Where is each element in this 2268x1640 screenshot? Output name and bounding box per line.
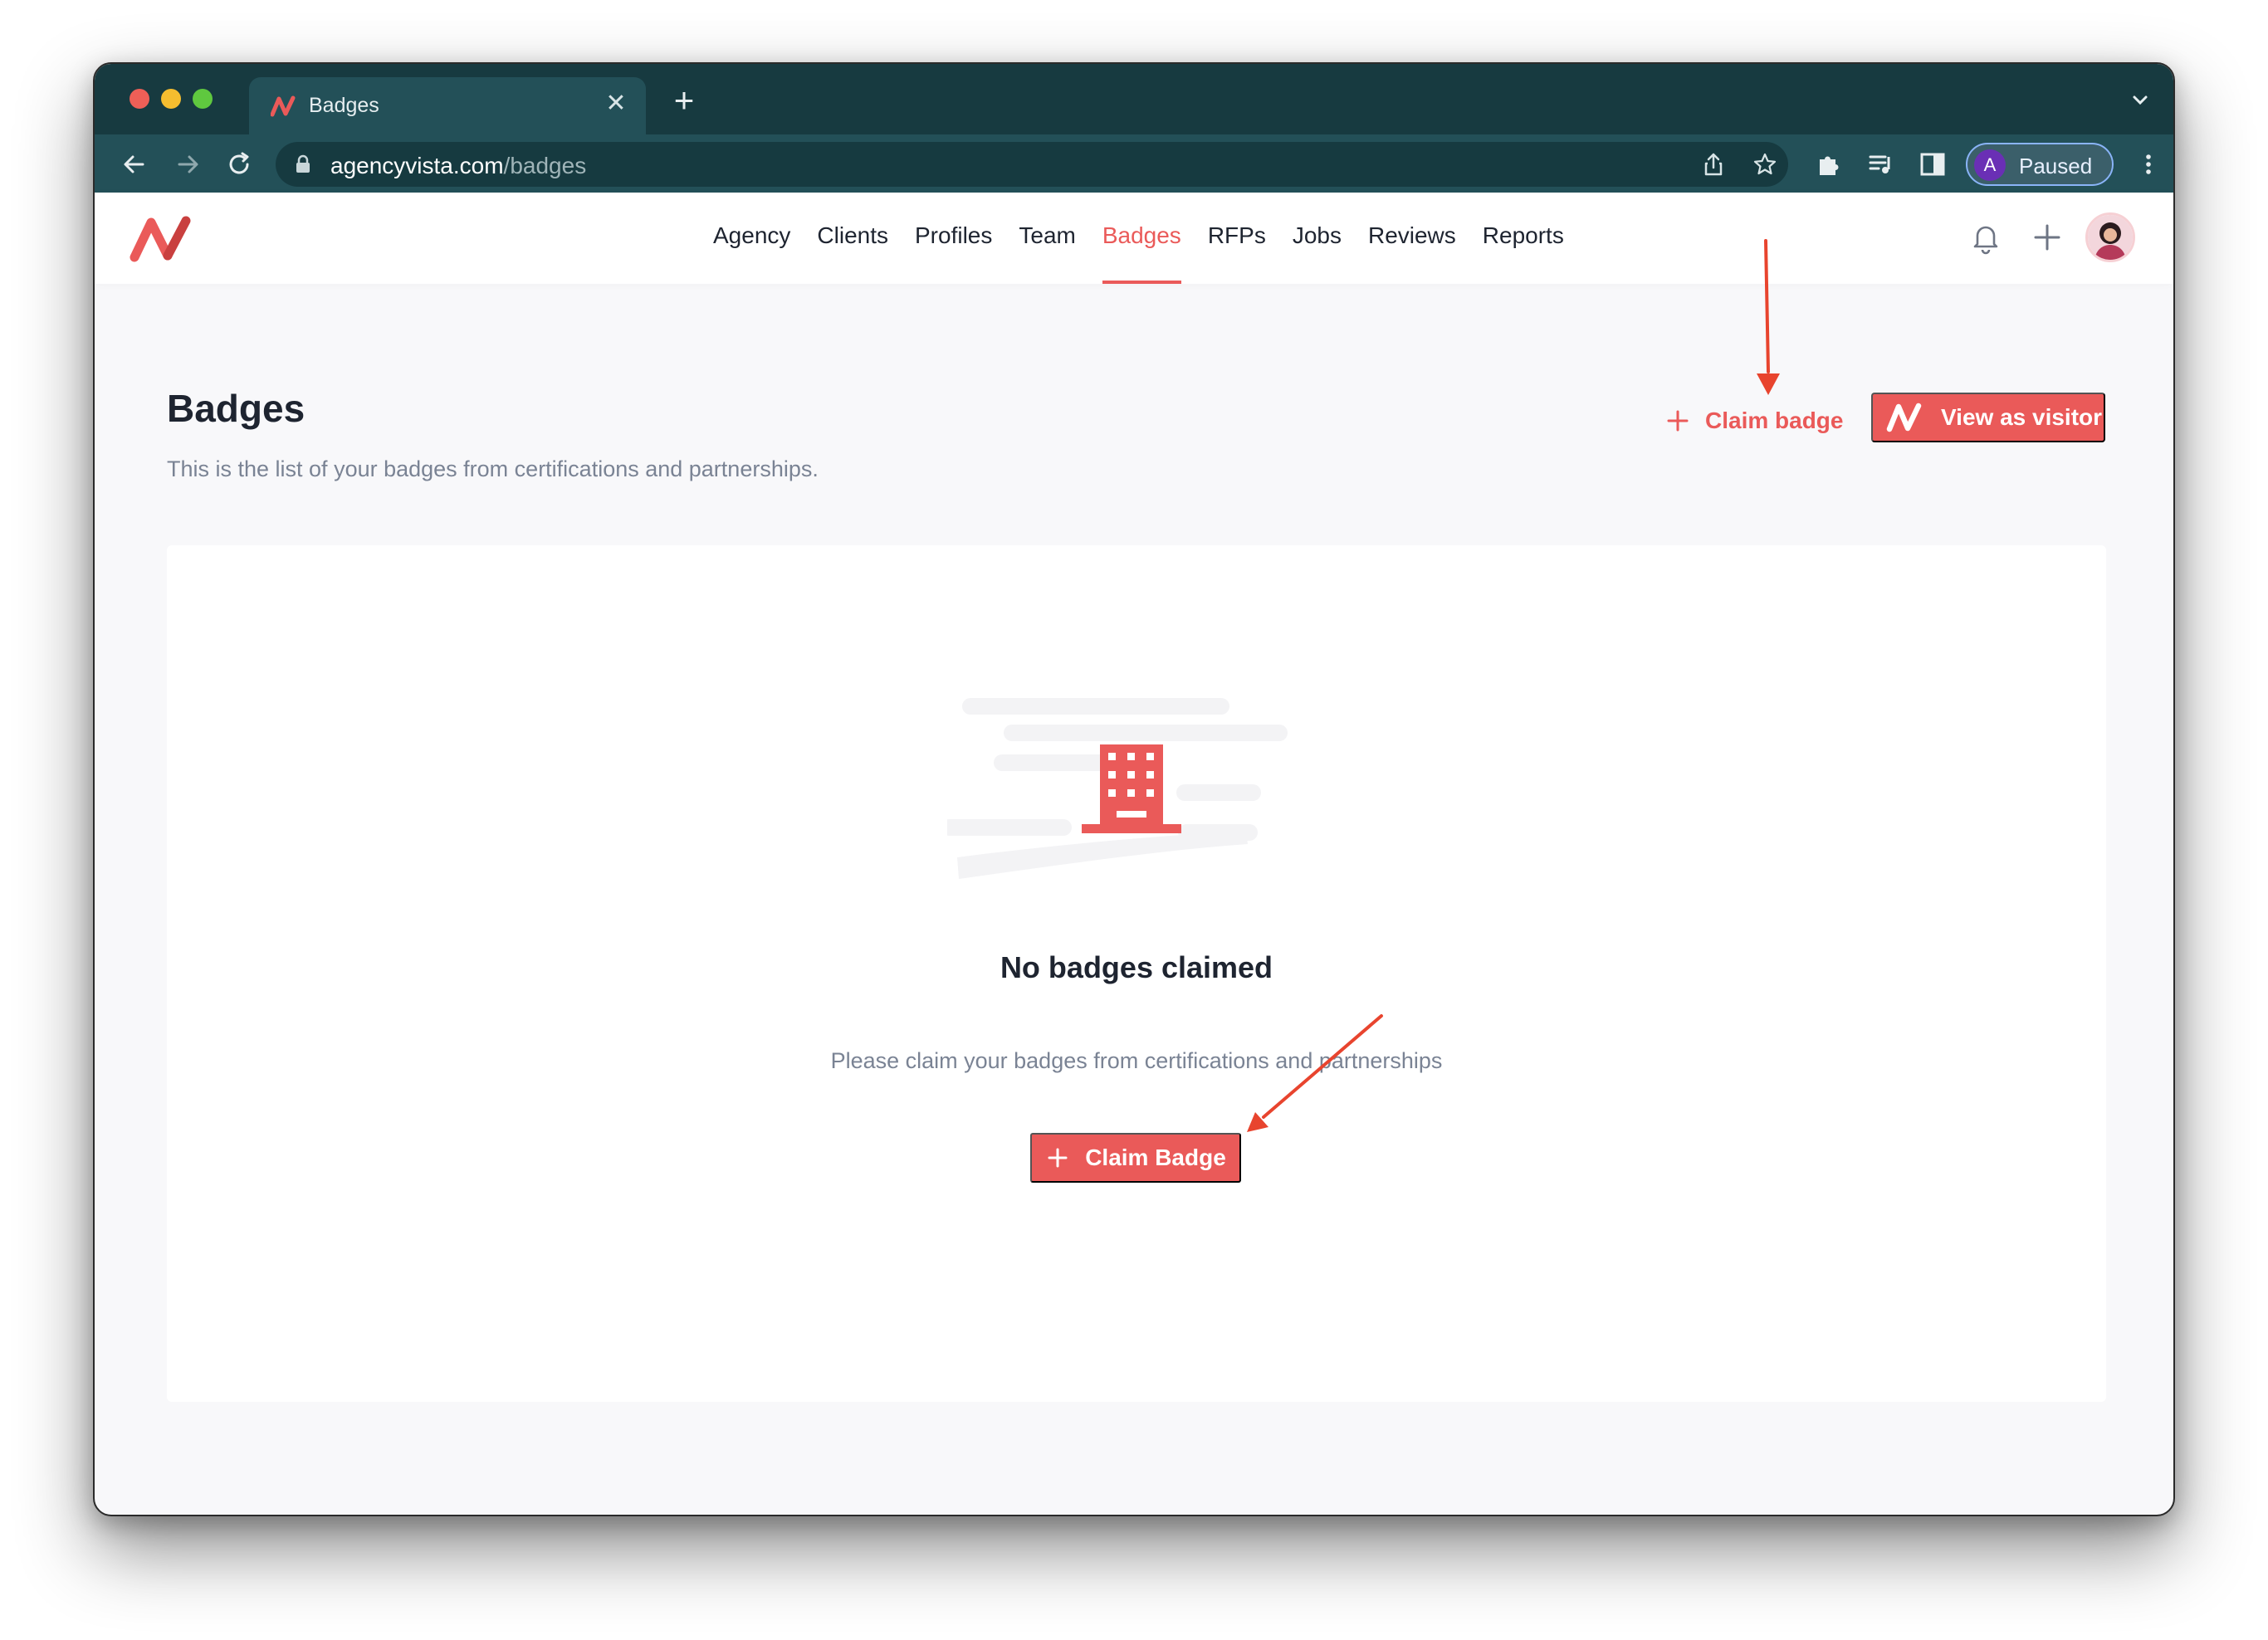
nav-reviews[interactable]: Reviews [1368, 193, 1456, 284]
claim-badge-button[interactable]: Claim Badge [1030, 1133, 1241, 1183]
plus-icon [1667, 410, 1689, 432]
new-tab-button[interactable]: + [667, 83, 701, 118]
nav-clients[interactable]: Clients [817, 193, 888, 284]
site-header: Agency Clients Profiles Team Badges RFPs… [95, 193, 2173, 284]
claim-badge-button-label: Claim Badge [1085, 1145, 1226, 1170]
nav-profiles[interactable]: Profiles [915, 193, 992, 284]
media-queue-icon[interactable] [1866, 149, 1896, 179]
close-icon[interactable]: ✕ [601, 89, 631, 119]
profile-status-label: Paused [2019, 154, 2093, 178]
extensions-puzzle-icon[interactable] [1815, 149, 1845, 179]
window-close-button[interactable] [130, 89, 149, 109]
star-icon[interactable] [1752, 151, 1778, 178]
browser-window: Badges ✕ + agencyvista.com/badges A Paus… [93, 62, 2175, 1516]
main-nav: Agency Clients Profiles Team Badges RFPs… [713, 193, 1591, 284]
building-icon [947, 698, 1288, 879]
claim-badge-label: Claim badge [1705, 408, 1844, 433]
profile-avatar: A [1974, 149, 2006, 181]
nav-reports[interactable]: Reports [1483, 193, 1564, 284]
page-subtitle: This is the list of your badges from cer… [167, 456, 819, 481]
page-title: Badges [167, 387, 305, 430]
agencyvista-logo-icon [271, 95, 296, 117]
nav-rfps[interactable]: RFPs [1208, 193, 1266, 284]
browser-toolbar: agencyvista.com/badges A Paused [95, 134, 2173, 193]
reload-icon[interactable] [222, 148, 256, 181]
agencyvista-logo-icon[interactable] [130, 216, 199, 262]
back-arrow-icon[interactable] [118, 148, 151, 181]
view-as-visitor-label: View as visitor [1941, 404, 2103, 430]
user-avatar[interactable] [2085, 212, 2135, 262]
plus-icon [1048, 1148, 1068, 1168]
empty-state-text: Please claim your badges from certificat… [830, 1048, 1443, 1073]
browser-tab-strip: Badges ✕ + [95, 64, 2173, 134]
url-text[interactable]: agencyvista.com/badges [330, 153, 586, 179]
agencyvista-logo-icon [1886, 403, 1922, 432]
side-panel-icon[interactable] [1918, 149, 1948, 179]
bell-icon[interactable] [1967, 219, 2004, 256]
window-minimize-button[interactable] [161, 89, 181, 109]
share-icon[interactable] [1700, 151, 1727, 178]
claim-badge-link[interactable]: Claim badge [1664, 400, 1843, 442]
browser-tab-badges[interactable]: Badges ✕ [249, 77, 646, 134]
plus-icon[interactable] [2029, 219, 2065, 256]
nav-jobs[interactable]: Jobs [1293, 193, 1342, 284]
badges-empty-state: No badges claimed Please claim your badg… [167, 545, 2106, 1402]
lock-icon[interactable] [294, 154, 312, 174]
forward-arrow-icon[interactable] [171, 148, 204, 181]
tab-title: Badges [309, 94, 379, 117]
empty-state-title: No badges claimed [1000, 950, 1273, 984]
nav-agency[interactable]: Agency [713, 193, 790, 284]
browser-profile-button[interactable]: A Paused [1966, 143, 2114, 186]
nav-badges[interactable]: Badges [1102, 193, 1181, 284]
kebab-menu-icon[interactable] [2134, 149, 2163, 179]
chevron-down-icon[interactable] [2127, 87, 2153, 114]
nav-team[interactable]: Team [1019, 193, 1075, 284]
view-as-visitor-button[interactable]: View as visitor [1871, 393, 2105, 442]
window-maximize-button[interactable] [193, 89, 213, 109]
address-bar[interactable]: agencyvista.com/badges [276, 142, 1788, 187]
